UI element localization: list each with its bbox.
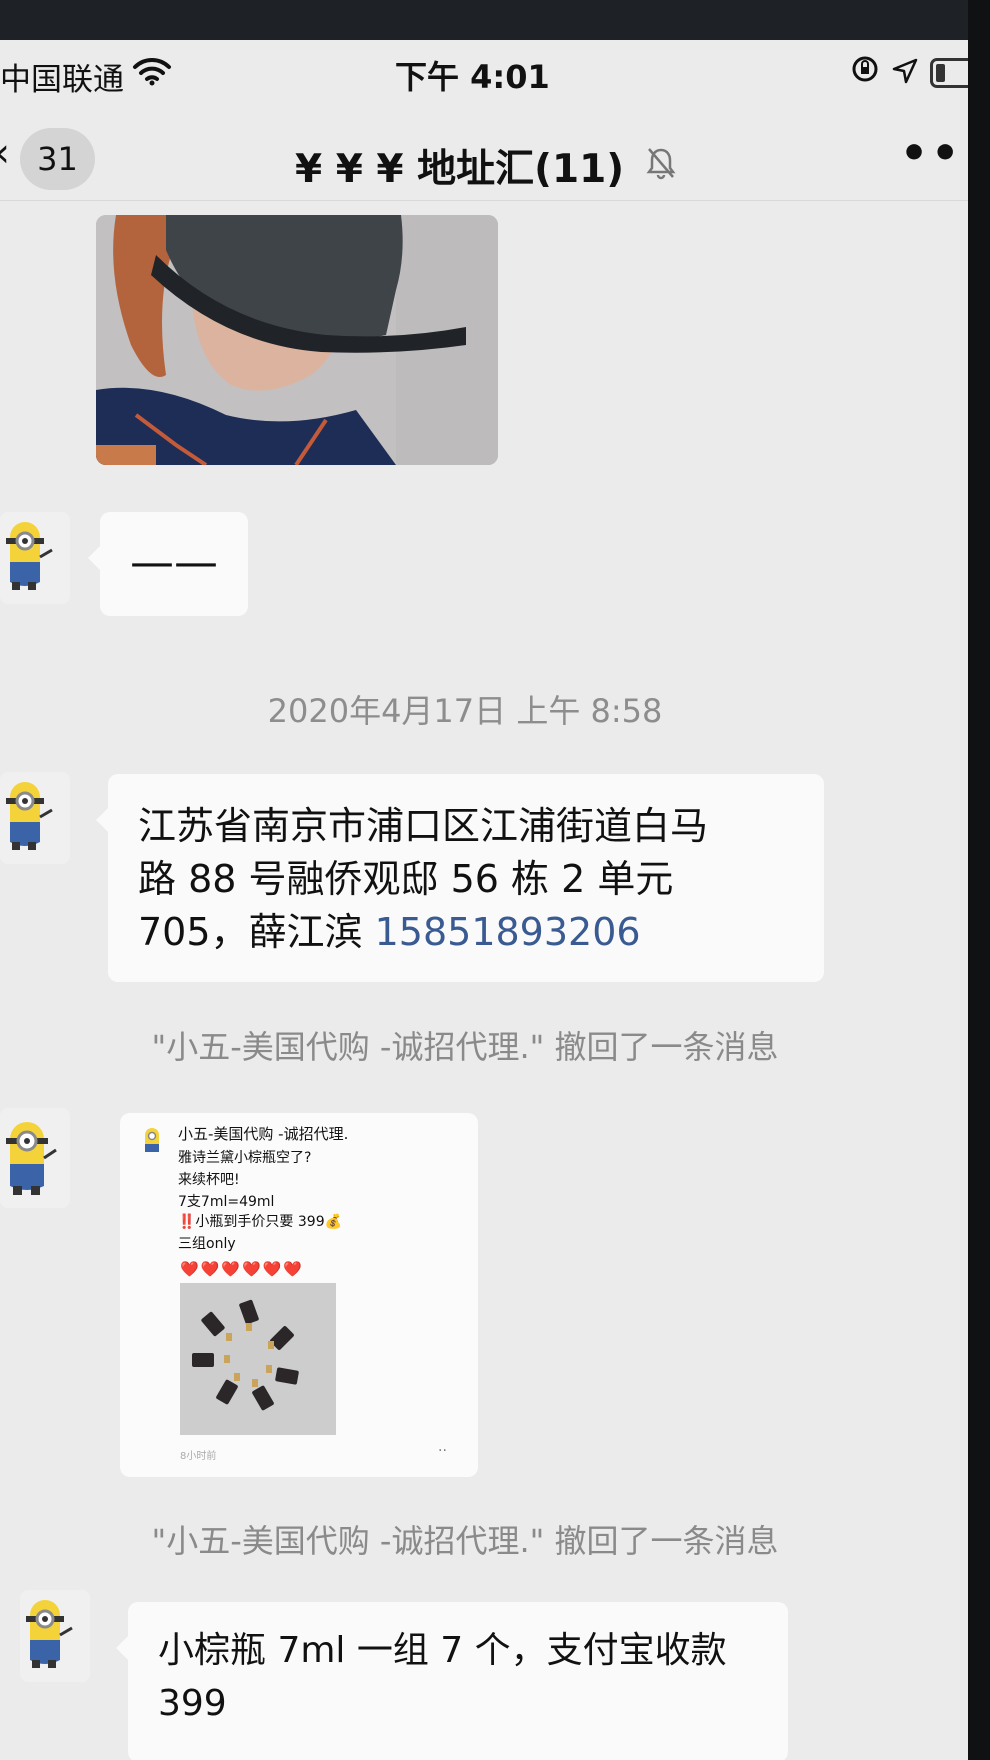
minion-avatar[interactable] bbox=[0, 772, 70, 864]
card-product-photo[interactable] bbox=[180, 1283, 336, 1435]
address-line-1: 江苏省南京市浦口区江浦街道白马 bbox=[138, 804, 709, 848]
location-arrow-icon bbox=[892, 54, 918, 92]
device-bezel bbox=[968, 0, 990, 1760]
chat-timestamp: 2020年4月17日 上午 8:58 bbox=[267, 692, 663, 730]
chat-screen: 中国联通 下午 4:01 31 ¥ ¥ ¥ 地址汇(11) •• —— 2020… bbox=[0, 40, 980, 1760]
address-message[interactable]: 江苏省南京市浦口区江浦街道白马 路 88 号融侨观邸 56 栋 2 单元 705… bbox=[96, 774, 824, 982]
back-chevron-icon[interactable]: ‹ bbox=[0, 130, 10, 176]
carrier-label: 中国联通 bbox=[0, 62, 124, 98]
phone-number-link[interactable]: 15851893206 bbox=[375, 910, 641, 954]
text-message[interactable]: —— bbox=[88, 512, 248, 616]
group-title: ¥ ¥ ¥ 地址汇(11) bbox=[295, 147, 625, 192]
chat-header: ‹ 31 ¥ ¥ ¥ 地址汇(11) ••• bbox=[0, 100, 980, 201]
address-name: 705，薛江滨 bbox=[138, 910, 375, 954]
card-line-3: 7支7ml=49ml bbox=[178, 1194, 275, 1210]
status-bar: 中国联通 下午 4:01 bbox=[0, 40, 980, 100]
card-line-1: 雅诗兰黛小棕瓶空了? bbox=[178, 1150, 312, 1166]
recall-notice: "小五-美国代购 -诚招代理." 撤回了一条消息 bbox=[151, 1522, 779, 1560]
card-author-name: 小五-美国代购 -诚招代理. bbox=[178, 1125, 349, 1143]
message-line-1: 小棕瓶 7ml 一组 7 个，支付宝收款 bbox=[158, 1630, 727, 1671]
minion-avatar[interactable] bbox=[0, 1108, 70, 1208]
card-hearts: ❤️❤️❤️❤️❤️❤️ bbox=[180, 1260, 305, 1278]
card-time: 8小时前 bbox=[180, 1451, 217, 1462]
wifi-icon bbox=[132, 56, 172, 94]
status-time: 下午 4:01 bbox=[395, 58, 550, 96]
card-more-button[interactable]: ·· bbox=[438, 1443, 447, 1459]
card-line-2: 来续杯吧! bbox=[178, 1172, 240, 1188]
card-line-4: ‼️小瓶到手价只要 399💰 bbox=[178, 1214, 343, 1230]
message-line-2: 399 bbox=[158, 1683, 227, 1724]
address-line-2: 路 88 号融侨观邸 56 栋 2 单元 bbox=[138, 857, 674, 901]
mute-bell-icon bbox=[645, 146, 677, 184]
message-text: —— bbox=[130, 537, 218, 588]
text-message[interactable]: 小棕瓶 7ml 一组 7 个，支付宝收款 399 bbox=[116, 1602, 788, 1760]
unread-count-badge[interactable]: 31 bbox=[20, 128, 95, 190]
minion-avatar[interactable] bbox=[20, 1590, 90, 1682]
card-line-5: 三组only bbox=[178, 1236, 236, 1252]
forwarded-moment-card[interactable]: 小五-美国代购 -诚招代理. 雅诗兰黛小棕瓶空了? 来续杯吧! 7支7ml=49… bbox=[120, 1113, 478, 1477]
minion-avatar[interactable] bbox=[0, 512, 70, 604]
recall-notice: "小五-美国代购 -诚招代理." 撤回了一条消息 bbox=[151, 1028, 779, 1066]
address-line-3: 705，薛江滨 15851893206 bbox=[138, 906, 708, 959]
card-minion-avatar bbox=[140, 1125, 166, 1159]
image-message[interactable] bbox=[96, 215, 498, 465]
orientation-lock-icon bbox=[850, 54, 880, 92]
